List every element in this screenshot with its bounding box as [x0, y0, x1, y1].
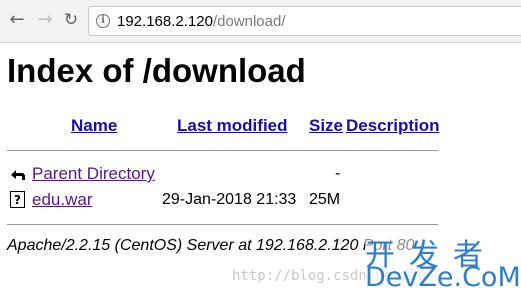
url-path: /download/ [212, 13, 286, 30]
divider-bottom [7, 224, 438, 225]
file-link-edu-war[interactable]: edu.war [32, 190, 92, 210]
back-button[interactable]: ← [6, 9, 28, 31]
logo-en-text: DevZe.CoM [365, 262, 521, 293]
back-folder-icon [11, 170, 25, 180]
arrow-left-icon: ← [9, 9, 25, 30]
svg-text:?: ? [14, 193, 21, 207]
parent-directory-link[interactable]: Parent Directory [32, 164, 155, 184]
parent-directory-size: - [335, 165, 341, 182]
site-logo-watermark: 开发者 DevZe.CoM [365, 230, 521, 294]
server-signature: Apache/2.2.15 (CentOS) Server at 192.168… [7, 237, 415, 254]
column-header-size[interactable]: Size [309, 116, 343, 136]
unknown-file-icon: ? [10, 191, 25, 208]
column-header-last-modified[interactable]: Last modified [177, 116, 288, 136]
url-host: 192.168.2.120 [117, 13, 213, 30]
info-icon[interactable]: i [96, 14, 110, 28]
divider-top [7, 150, 438, 151]
reload-icon: ↻ [63, 9, 79, 30]
column-header-name[interactable]: Name [71, 116, 117, 136]
forward-button[interactable]: → [34, 9, 56, 31]
address-bar[interactable]: i 192.168.2.120/download/ [88, 6, 521, 36]
file-size: 25M [309, 191, 341, 208]
page-title: Index of /download [7, 52, 306, 89]
reload-button[interactable]: ↻ [60, 9, 82, 31]
column-header-description[interactable]: Description [346, 116, 440, 136]
file-last-modified: 29-Jan-2018 21:33 [162, 191, 297, 208]
arrow-right-icon: → [37, 9, 53, 30]
browser-toolbar: ← → ↻ i 192.168.2.120/download/ [0, 0, 521, 43]
url-text[interactable]: 192.168.2.120/download/ [117, 13, 286, 30]
